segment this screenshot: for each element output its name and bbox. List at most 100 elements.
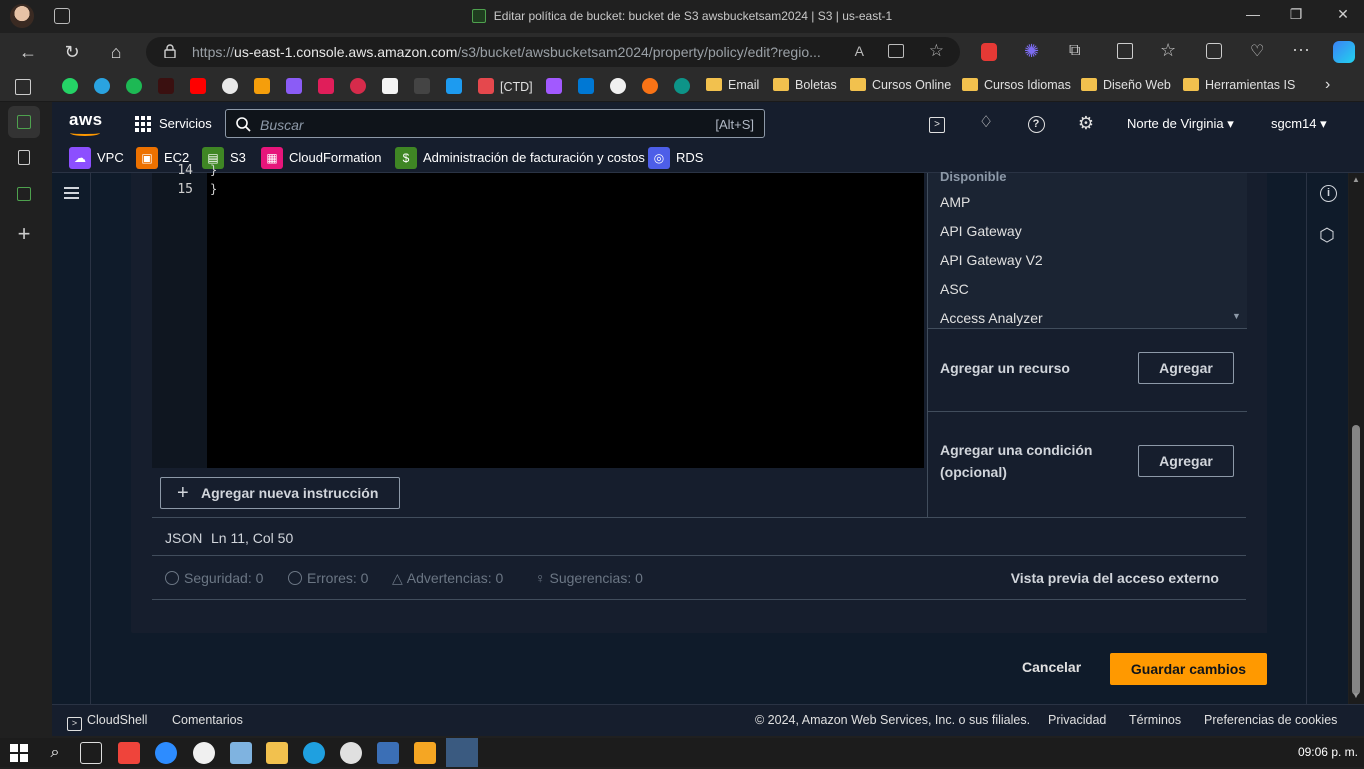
service-option[interactable]: ASC — [940, 281, 969, 297]
sidebar-page-icon[interactable] — [8, 142, 40, 174]
notepad-taskbar-icon[interactable] — [230, 742, 252, 764]
terms-link[interactable]: Términos — [1129, 713, 1181, 727]
feedback-link[interactable]: Comentarios — [172, 713, 243, 727]
warnings-count-tab[interactable]: △ Advertencias: 0 — [392, 570, 503, 587]
bookmark-ctd[interactable]: [CTD] — [478, 78, 533, 94]
bookmark-teal-icon[interactable] — [674, 78, 696, 94]
gemini-bookmark-icon[interactable] — [286, 78, 308, 94]
cookie-preferences-link[interactable]: Preferencias de cookies — [1204, 713, 1337, 727]
whatsapp-bookmark-icon[interactable] — [62, 78, 84, 94]
settings-gear-icon[interactable]: ⚙ — [1077, 114, 1095, 132]
notifications-bell-icon[interactable]: ♢ — [977, 114, 995, 132]
file-explorer-taskbar-icon[interactable] — [266, 742, 288, 764]
media-player-taskbar-icon[interactable] — [340, 742, 362, 764]
close-window-button[interactable]: ✕ — [1333, 6, 1353, 23]
add-resource-button[interactable]: Agregar — [1138, 352, 1234, 384]
anydesk-taskbar-icon[interactable] — [118, 742, 140, 764]
favorite-vpc[interactable]: ☁ VPC — [69, 147, 124, 169]
restore-button[interactable]: ❐ — [1286, 6, 1306, 23]
scrollbar-thumb[interactable] — [1352, 425, 1360, 695]
extension-purple-icon[interactable]: ✺ — [1024, 41, 1039, 62]
favorite-star-icon[interactable]: ☆ — [929, 41, 944, 61]
bookmark-dark-red-icon[interactable] — [158, 78, 180, 94]
account-menu[interactable]: sgcm14 ▾ — [1271, 116, 1327, 132]
active-app-taskbar-icon[interactable] — [446, 738, 478, 767]
save-changes-button[interactable]: Guardar cambios — [1110, 653, 1267, 685]
more-bookmarks-chevron-icon[interactable]: › — [1325, 76, 1330, 93]
bookmark-orange-circle-icon[interactable] — [642, 78, 664, 94]
service-list[interactable]: Disponible AMP API Gateway API Gateway V… — [928, 169, 1247, 329]
home-button[interactable]: ⌂ — [104, 40, 128, 64]
scroll-down-arrow-icon[interactable]: ▼ — [1352, 691, 1360, 700]
json-code-editor[interactable]: 14 15 } } — [152, 163, 924, 468]
task-view-icon[interactable] — [80, 742, 102, 764]
add-condition-button[interactable]: Agregar — [1138, 445, 1234, 477]
bookmark-1k-icon[interactable] — [350, 78, 372, 94]
favorite-rds[interactable]: ◎ RDS — [648, 147, 703, 169]
info-icon[interactable]: i — [1320, 185, 1337, 202]
privacy-link[interactable]: Privacidad — [1048, 713, 1106, 727]
tools-taskbar-icon[interactable] — [414, 742, 436, 764]
scroll-down-caret-icon[interactable]: ▼ — [1232, 311, 1241, 321]
help-icon[interactable]: ? — [1027, 114, 1045, 133]
favorite-billing[interactable]: $ Administración de facturación y costos — [395, 147, 645, 169]
performance-icon[interactable]: ♡ — [1250, 41, 1264, 61]
extensions-icon[interactable]: ⧉ — [1069, 42, 1080, 60]
address-bar[interactable]: https://us-east-1.console.aws.amazon.com… — [146, 37, 960, 67]
service-option[interactable]: API Gateway — [940, 223, 1022, 239]
tab-sidebar-icon[interactable] — [15, 79, 31, 95]
figma-bookmark-icon[interactable] — [546, 78, 568, 94]
zoom-taskbar-icon[interactable] — [155, 742, 177, 764]
windows-start-icon[interactable] — [8, 742, 30, 764]
services-menu-button[interactable]: Servicios — [159, 116, 212, 131]
page-scrollbar[interactable]: ▲ ▼ — [1349, 173, 1364, 704]
slack-bookmark-icon[interactable] — [318, 78, 340, 94]
vscode-bookmark-icon[interactable] — [578, 78, 600, 94]
github-bookmark-icon[interactable] — [610, 78, 632, 94]
services-grid-icon[interactable] — [135, 116, 151, 132]
favorite-s3[interactable]: ▤ S3 — [202, 147, 246, 169]
bookmark-folder-email[interactable]: Email — [706, 78, 759, 94]
sidebar-add-icon[interactable]: + — [8, 218, 40, 250]
edge-taskbar-icon[interactable] — [303, 742, 325, 764]
hexagon-settings-icon[interactable]: ⬡ — [1319, 225, 1335, 246]
virtualbox-taskbar-icon[interactable] — [377, 742, 399, 764]
cloudshell-link[interactable]: > CloudShell — [67, 713, 147, 731]
bookmark-folder-boletas[interactable]: Boletas — [773, 78, 837, 94]
bookmark-blue-icon[interactable] — [446, 78, 468, 94]
suggestions-count-tab[interactable]: ♀ Sugerencias: 0 — [535, 570, 643, 586]
aws-logo[interactable]: aws — [69, 110, 103, 130]
copilot-icon[interactable] — [1333, 41, 1355, 63]
bookmark-folder-herramientas[interactable]: Herramientas IS — [1183, 78, 1295, 94]
telegram-bookmark-icon[interactable] — [94, 78, 116, 94]
bookmark-folder-cursos-online[interactable]: Cursos Online — [850, 78, 951, 94]
chatgpt-bookmark-icon[interactable] — [222, 78, 244, 94]
sidebar-s3-icon[interactable] — [8, 178, 40, 210]
cloudshell-icon[interactable]: > — [928, 114, 946, 133]
errors-count-tab[interactable]: Errores: 0 — [288, 570, 368, 586]
collections-icon[interactable] — [1206, 43, 1222, 59]
search-taskbar-icon[interactable]: ⌕ — [44, 742, 66, 764]
service-option[interactable]: API Gateway V2 — [940, 252, 1043, 268]
bookmark-orange-icon[interactable] — [254, 78, 276, 94]
back-button[interactable]: ← — [16, 40, 40, 64]
bookmark-gray-icon[interactable] — [414, 78, 436, 94]
spotify-bookmark-icon[interactable] — [126, 78, 148, 94]
add-statement-button[interactable]: + Agregar nueva instrucción — [160, 477, 400, 509]
app-available-icon[interactable] — [888, 44, 904, 58]
bookmark-folder-cursos-idiomas[interactable]: Cursos Idiomas — [962, 78, 1071, 94]
external-access-preview-link[interactable]: Vista previa del acceso externo — [1011, 570, 1219, 586]
app-taskbar-icon[interactable] — [193, 742, 215, 764]
split-screen-icon[interactable] — [1117, 43, 1133, 59]
scroll-up-arrow-icon[interactable]: ▲ — [1352, 175, 1360, 184]
read-aloud-icon[interactable]: A — [855, 43, 864, 59]
region-selector[interactable]: Norte de Virginia ▾ — [1127, 116, 1234, 132]
service-option[interactable]: AMP — [940, 194, 970, 210]
sidebar-s3-tab-icon[interactable] — [8, 106, 40, 138]
favorites-icon[interactable]: ☆ — [1160, 40, 1176, 61]
extension-red-icon[interactable] — [981, 43, 997, 61]
youtube-bookmark-icon[interactable] — [190, 78, 212, 94]
security-count-tab[interactable]: Seguridad: 0 — [165, 570, 263, 586]
search-input[interactable]: Buscar [Alt+S] — [225, 109, 765, 138]
bookmark-folder-diseno-web[interactable]: Diseño Web — [1081, 78, 1171, 94]
